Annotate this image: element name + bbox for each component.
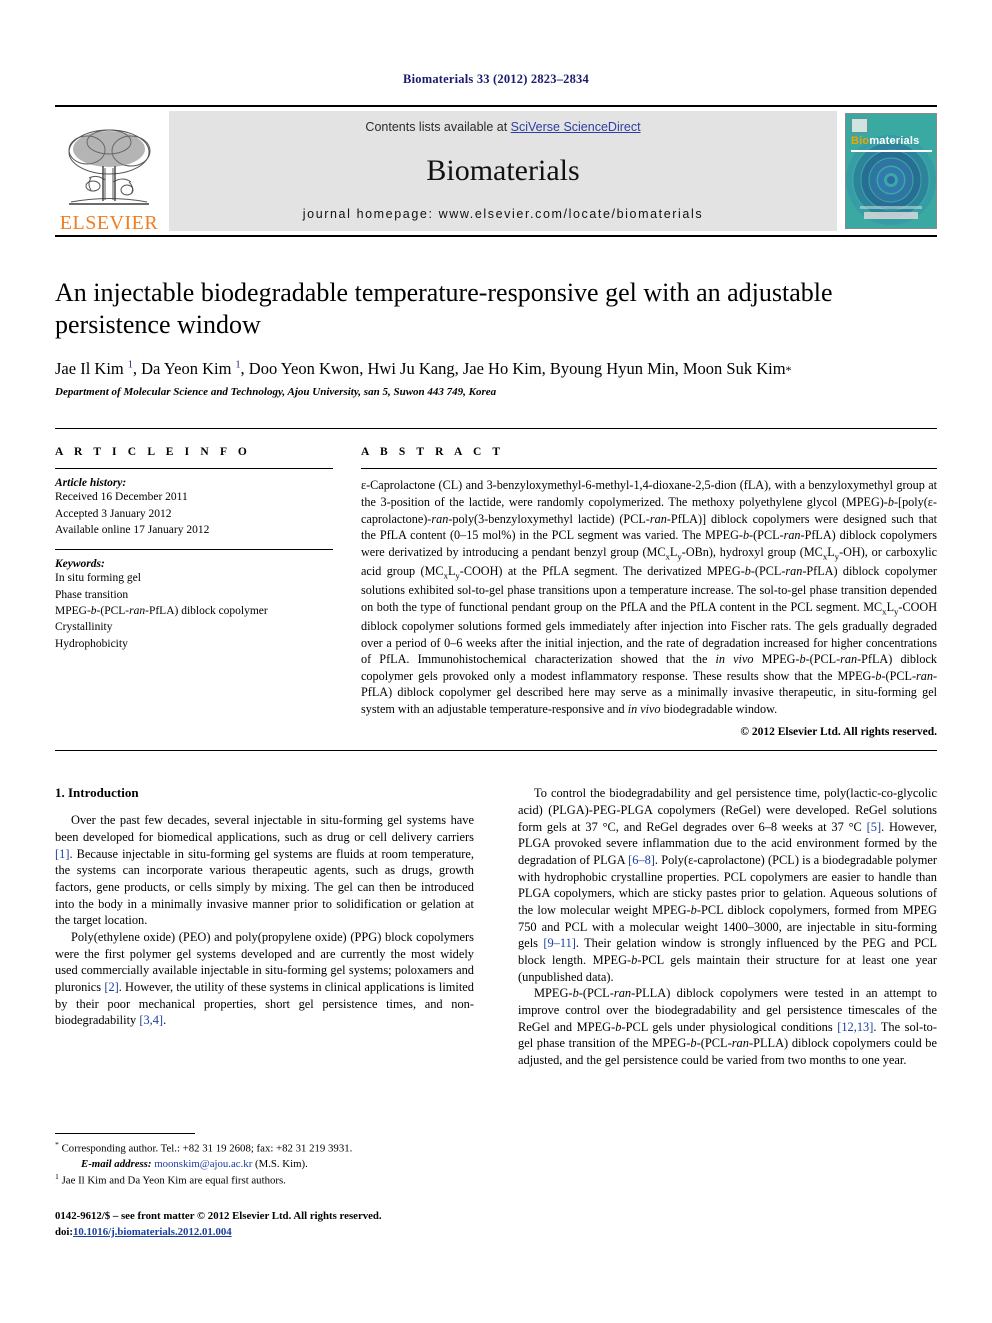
cover-elsevier-logo-icon <box>851 118 868 133</box>
body-left-column: 1. Introduction Over the past few decade… <box>55 785 474 1068</box>
doi-line: doi:10.1016/j.biomaterials.2012.01.004 <box>55 1225 555 1241</box>
doi-link[interactable]: 10.1016/j.biomaterials.2012.01.004 <box>73 1226 232 1238</box>
contents-prefix-text: Contents lists available at <box>365 120 511 134</box>
running-head: Biomaterials 33 (2012) 2823–2834 <box>403 72 589 86</box>
journal-name: Biomaterials <box>426 153 580 187</box>
journal-masthead: ELSEVIER Contents lists available at Sci… <box>55 105 937 237</box>
journal-cover-thumbnail: Biomaterials <box>845 113 937 229</box>
footnote-separator <box>55 1133 195 1134</box>
page-footer: 0142-9612/$ – see front matter © 2012 El… <box>55 1209 555 1240</box>
article-history-label: Article history: <box>55 477 127 490</box>
footnote-corresponding-author: * Corresponding author. Tel.: +82 31 19 … <box>55 1140 353 1155</box>
cover-divider <box>851 150 932 152</box>
paragraph: Poly(ethylene oxide) (PEO) and poly(prop… <box>55 929 474 1028</box>
abstract-bottom-rule <box>55 750 937 752</box>
paragraph: To control the biodegradability and gel … <box>518 786 938 984</box>
footnotes-region: * Corresponding author. Tel.: +82 31 19 … <box>55 1133 474 1189</box>
abstract-heading: A B S T R A C T <box>361 446 505 459</box>
keyword-item: In situ forming gel <box>55 572 141 585</box>
cover-bottom-band-2 <box>860 206 922 209</box>
keywords-label: Keywords: <box>55 558 105 571</box>
author-list: Jae Il Kim 1, Da Yeon Kim 1, Doo Yeon Kw… <box>55 359 792 379</box>
contents-available-line: Contents lists available at SciVerse Sci… <box>365 120 640 134</box>
cover-title-bio: Bio <box>851 135 870 147</box>
sciencedirect-link[interactable]: SciVerse ScienceDirect <box>511 120 641 134</box>
article-title: An injectable biodegradable temperature-… <box>55 278 833 339</box>
cover-journal-title: Biomaterials <box>851 135 919 147</box>
keyword-item: Phase transition <box>55 588 129 601</box>
issn-front-matter-line: 0142-9612/$ – see front matter © 2012 El… <box>55 1210 382 1222</box>
abstract-rule <box>361 468 937 470</box>
abstract-column: A B S T R A C T ε-Caprolactone (CL) and … <box>361 446 937 738</box>
elsevier-wordmark: ELSEVIER <box>59 212 159 234</box>
keyword-item: Crystallinity <box>55 621 113 634</box>
footnote-email[interactable]: E-mail address: moonskim@ajou.ac.kr (M.S… <box>55 1157 474 1172</box>
footnote-equal-authors: 1 Jae Il Kim and Da Yeon Kim are equal f… <box>55 1171 286 1187</box>
cover-bottom-band <box>864 212 918 219</box>
article-info-heading: A R T I C L E I N F O <box>55 446 251 459</box>
article-info-rule <box>55 468 333 470</box>
keyword-item: MPEG-b-(PCL-ran-PfLA) diblock copolymer <box>55 605 268 618</box>
title-block: An injectable biodegradable temperature-… <box>55 277 937 398</box>
info-abstract-region: A R T I C L E I N F O Article history: R… <box>55 428 937 738</box>
masthead-center-band: Contents lists available at SciVerse Sci… <box>169 111 837 231</box>
article-history-item: Received 16 December 2011 <box>55 491 188 504</box>
article-info-column: A R T I C L E I N F O Article history: R… <box>55 446 333 738</box>
paragraph: Over the past few decades, several injec… <box>55 813 474 928</box>
body-two-column-region: 1. Introduction Over the past few decade… <box>55 785 937 1068</box>
keywords-rule <box>55 549 333 551</box>
keyword-item: Hydrophobicity <box>55 637 128 650</box>
body-right-column: To control the biodegradability and gel … <box>518 785 937 1068</box>
cover-title-materials: materials <box>869 135 920 147</box>
paragraph: MPEG-b-(PCL-ran-PLLA) diblock copolymers… <box>518 986 937 1068</box>
elsevier-logo: ELSEVIER <box>55 107 163 235</box>
journal-homepage-line[interactable]: journal homepage: www.elsevier.com/locat… <box>303 207 703 221</box>
affiliation: Department of Molecular Science and Tech… <box>55 386 497 399</box>
article-history-item: Available online 17 January 2012 <box>55 524 210 537</box>
abstract-copyright: © 2012 Elsevier Ltd. All rights reserved… <box>740 726 937 739</box>
elsevier-tree-icon <box>68 129 151 205</box>
abstract-body: ε-Caprolactone (CL) and 3-benzyloxymethy… <box>361 478 938 716</box>
doi-prefix: doi: <box>55 1225 73 1238</box>
section-title-introduction: 1. Introduction <box>55 785 139 801</box>
article-history-item: Accepted 3 January 2012 <box>55 507 172 520</box>
journal-article-page: Biomaterials 33 (2012) 2823–2834 ELSEVIE… <box>0 0 992 1323</box>
